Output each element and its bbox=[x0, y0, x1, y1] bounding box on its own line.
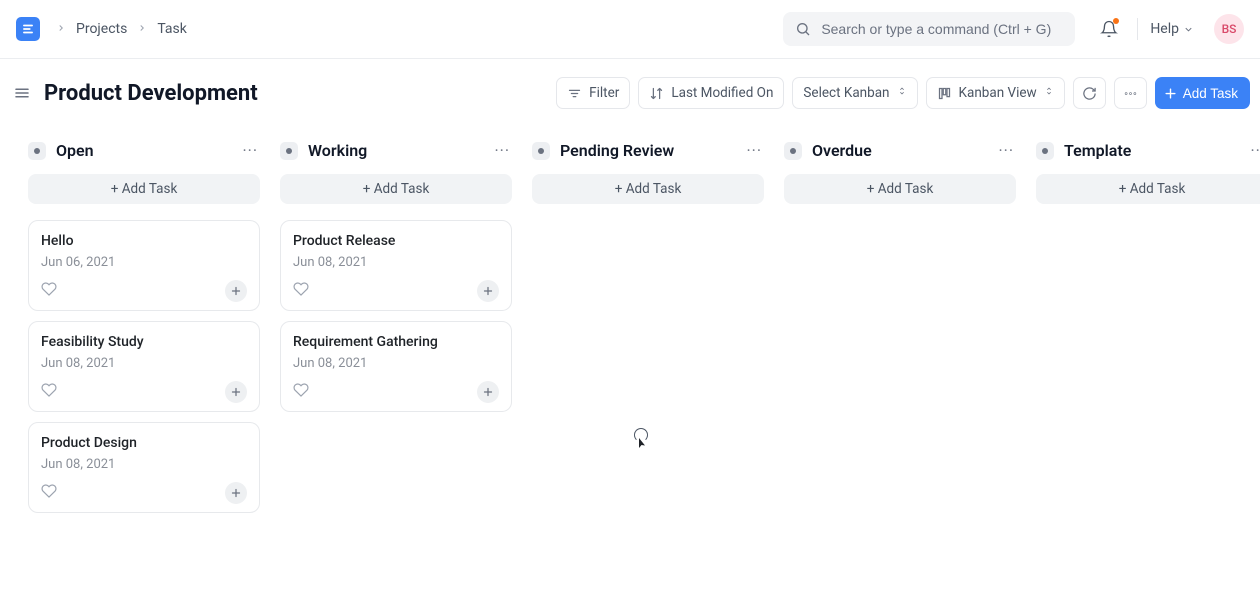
search-input[interactable] bbox=[821, 21, 1063, 37]
column-more-button[interactable]: ··· bbox=[240, 141, 260, 160]
kanban-column: Open ··· + Add Task Hello Jun 06, 2021 F… bbox=[28, 141, 260, 523]
column-add-task-button[interactable]: + Add Task bbox=[784, 174, 1016, 204]
help-button[interactable]: Help bbox=[1150, 21, 1194, 37]
sort-button[interactable]: Last Modified On bbox=[638, 77, 784, 109]
avatar[interactable]: BS bbox=[1214, 14, 1244, 44]
task-card[interactable]: Product Design Jun 08, 2021 bbox=[28, 422, 260, 513]
task-footer bbox=[293, 381, 499, 403]
kanban-column: Overdue ··· + Add Task bbox=[784, 141, 1016, 523]
chevron-updown-icon bbox=[1044, 85, 1054, 101]
task-date: Jun 08, 2021 bbox=[293, 356, 499, 371]
column-add-task-button[interactable]: + Add Task bbox=[532, 174, 764, 204]
top-bar: Projects Task Help BS bbox=[0, 0, 1260, 59]
task-footer bbox=[41, 280, 247, 302]
notification-dot-icon bbox=[1113, 18, 1119, 24]
like-button[interactable] bbox=[41, 483, 57, 503]
brand-logo[interactable] bbox=[16, 17, 40, 41]
kanban-column: Template ··· + Add Task bbox=[1036, 141, 1260, 523]
assign-button[interactable] bbox=[225, 381, 247, 403]
task-footer bbox=[293, 280, 499, 302]
like-button[interactable] bbox=[41, 281, 57, 301]
sort-label: Last Modified On bbox=[671, 85, 773, 101]
column-more-button[interactable]: ··· bbox=[996, 141, 1016, 160]
column-title: Pending Review bbox=[560, 141, 674, 160]
column-header: Working ··· bbox=[280, 141, 512, 160]
column-header: Template ··· bbox=[1036, 141, 1260, 160]
filter-label: Filter bbox=[589, 85, 619, 101]
select-kanban-button[interactable]: Select Kanban bbox=[792, 77, 917, 109]
kanban-board: Open ··· + Add Task Hello Jun 06, 2021 F… bbox=[0, 109, 1260, 523]
status-dot-icon bbox=[28, 142, 46, 160]
sidebar-toggle-button[interactable] bbox=[10, 81, 34, 105]
toolbar: Product Development Filter Last Modified… bbox=[0, 59, 1260, 109]
help-label: Help bbox=[1150, 21, 1179, 37]
column-add-task-button[interactable]: + Add Task bbox=[1036, 174, 1260, 204]
page-title: Product Development bbox=[44, 81, 258, 106]
add-task-button[interactable]: Add Task bbox=[1155, 77, 1250, 109]
kanban-column: Working ··· + Add Task Product Release J… bbox=[280, 141, 512, 523]
view-label: Kanban View bbox=[959, 85, 1037, 101]
column-header: Overdue ··· bbox=[784, 141, 1016, 160]
column-more-button[interactable]: ··· bbox=[744, 141, 764, 160]
assign-button[interactable] bbox=[225, 280, 247, 302]
task-date: Jun 06, 2021 bbox=[41, 255, 247, 270]
task-title: Feasibility Study bbox=[41, 334, 247, 350]
task-date: Jun 08, 2021 bbox=[41, 457, 247, 472]
notifications-button[interactable] bbox=[1093, 13, 1125, 45]
select-kanban-label: Select Kanban bbox=[803, 85, 889, 101]
task-title: Product Release bbox=[293, 233, 499, 249]
filter-button[interactable]: Filter bbox=[556, 77, 630, 109]
chevron-right-icon bbox=[56, 21, 66, 37]
refresh-button[interactable] bbox=[1073, 77, 1106, 109]
column-more-button[interactable]: ··· bbox=[1248, 141, 1260, 160]
add-task-label: Add Task bbox=[1183, 86, 1238, 101]
status-dot-icon bbox=[1036, 142, 1054, 160]
task-card[interactable]: Product Release Jun 08, 2021 bbox=[280, 220, 512, 311]
status-dot-icon bbox=[532, 142, 550, 160]
breadcrumb: Projects Task bbox=[56, 21, 187, 37]
column-title: Overdue bbox=[812, 141, 872, 160]
like-button[interactable] bbox=[41, 382, 57, 402]
chevron-right-icon bbox=[137, 21, 147, 37]
column-more-button[interactable]: ··· bbox=[492, 141, 512, 160]
breadcrumb-task[interactable]: Task bbox=[157, 21, 187, 37]
column-header: Open ··· bbox=[28, 141, 260, 160]
column-add-task-button[interactable]: + Add Task bbox=[28, 174, 260, 204]
task-card[interactable]: Feasibility Study Jun 08, 2021 bbox=[28, 321, 260, 412]
chevron-updown-icon bbox=[897, 85, 907, 101]
task-footer bbox=[41, 381, 247, 403]
column-title: Working bbox=[308, 141, 367, 160]
task-card[interactable]: Hello Jun 06, 2021 bbox=[28, 220, 260, 311]
task-date: Jun 08, 2021 bbox=[41, 356, 247, 371]
like-button[interactable] bbox=[293, 281, 309, 301]
more-button[interactable] bbox=[1114, 77, 1147, 109]
task-date: Jun 08, 2021 bbox=[293, 255, 499, 270]
view-switcher-button[interactable]: Kanban View bbox=[926, 77, 1065, 109]
breadcrumb-projects[interactable]: Projects bbox=[76, 21, 127, 37]
search-box[interactable] bbox=[783, 12, 1075, 46]
task-title: Hello bbox=[41, 233, 247, 249]
kanban-column: Pending Review ··· + Add Task bbox=[532, 141, 764, 523]
column-title: Open bbox=[56, 141, 94, 160]
column-add-task-button[interactable]: + Add Task bbox=[280, 174, 512, 204]
task-title: Product Design bbox=[41, 435, 247, 451]
assign-button[interactable] bbox=[477, 381, 499, 403]
column-header: Pending Review ··· bbox=[532, 141, 764, 160]
task-footer bbox=[41, 482, 247, 504]
status-dot-icon bbox=[280, 142, 298, 160]
like-button[interactable] bbox=[293, 382, 309, 402]
task-card[interactable]: Requirement Gathering Jun 08, 2021 bbox=[280, 321, 512, 412]
assign-button[interactable] bbox=[225, 482, 247, 504]
column-title: Template bbox=[1064, 141, 1131, 160]
assign-button[interactable] bbox=[477, 280, 499, 302]
status-dot-icon bbox=[784, 142, 802, 160]
task-title: Requirement Gathering bbox=[293, 334, 499, 350]
